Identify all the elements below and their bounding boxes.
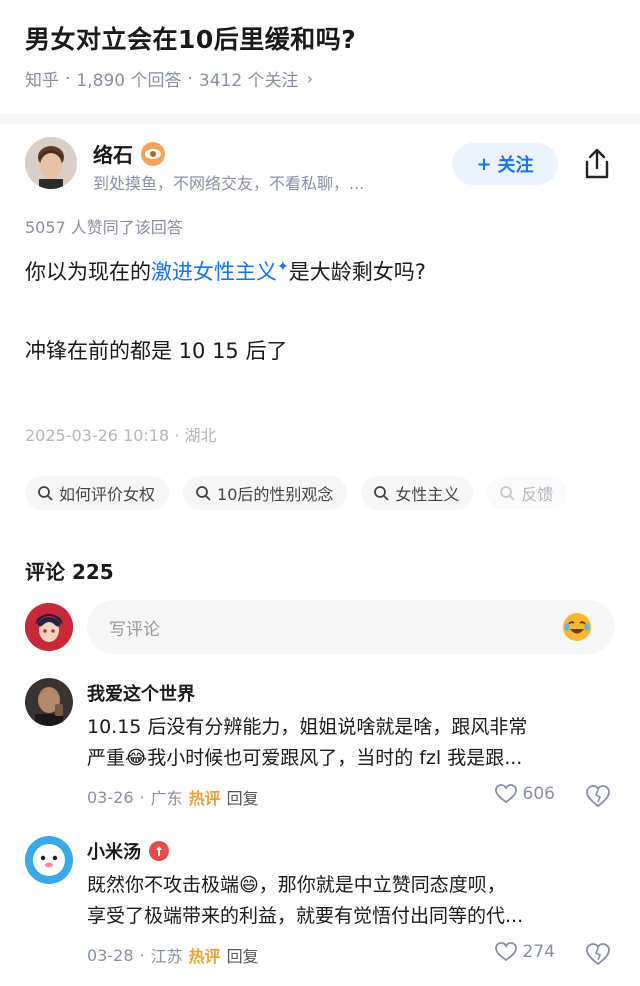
dislike-icon[interactable]: [585, 783, 611, 809]
reply-button[interactable]: 回复: [227, 943, 259, 967]
section-divider: [0, 114, 640, 124]
feedback-chip[interactable]: 反馈: [487, 476, 568, 510]
answer-text-line: 你以为现在的激进女性主义✦是大龄剩女吗?: [25, 256, 426, 286]
commenter-name-text: 小米汤: [87, 842, 141, 863]
comment-line: 严重😂我小时候也可爱跟风了，当时的 fzl 我是跟...: [87, 747, 523, 769]
dot-separator: ·: [139, 787, 145, 807]
search-chip[interactable]: 10后的性别观念: [183, 476, 348, 510]
answer-count: 1,890 个回答: [76, 71, 182, 91]
commenter-name[interactable]: 小米汤: [87, 838, 169, 864]
commenter-avatar[interactable]: [25, 836, 73, 884]
emoji-icon[interactable]: [561, 611, 593, 643]
chip-label: 如何评价女权: [59, 485, 156, 504]
my-avatar[interactable]: [25, 603, 73, 651]
answer-text: 你以为现在的: [25, 260, 151, 284]
comment-location: 广东: [150, 789, 183, 808]
answer-text: 是大龄剩女吗?: [288, 260, 426, 284]
heart-icon: [494, 942, 517, 962]
search-icon: [196, 486, 211, 501]
search-icon: [500, 486, 515, 501]
commenter-avatar[interactable]: [25, 678, 73, 726]
sparkle-icon: ✦: [277, 259, 289, 275]
comment-item: 我爱这个世界 10.15 后没有分辨能力，姐姐说啥就是啥，跟风非常 严重😂我小时…: [25, 678, 615, 818]
dislike-icon[interactable]: [585, 941, 611, 967]
commenter-name[interactable]: 我爱这个世界: [87, 680, 195, 706]
comment-line: 既然你不攻击极端😄，那你就是中立赞同态度呗，: [87, 874, 506, 896]
dot-separator: ·: [65, 68, 71, 89]
comment-text: 既然你不攻击极端😄，那你就是中立赞同态度呗， 享受了极端带来的利益，就要有觉悟付…: [87, 870, 615, 932]
upvote-count: 5057 人赞同了该回答: [25, 218, 183, 237]
search-icon: [38, 486, 53, 501]
heart-icon: [494, 784, 517, 804]
like-button[interactable]: 274: [494, 942, 555, 962]
comment-input[interactable]: 写评论: [87, 600, 615, 654]
like-count: 606: [522, 784, 555, 804]
creator-badge-icon: [149, 841, 169, 861]
comment-line: 10.15 后没有分辨能力，姐姐说啥就是啥，跟风非常: [87, 716, 528, 738]
comment-line: 享受了极端带来的利益，就要有觉悟付出同等的代...: [87, 905, 524, 927]
like-button[interactable]: 606: [494, 784, 555, 804]
author-name-row: 络石: [93, 139, 165, 168]
author-bio: 到处摸鱼，不网络交友，不看私聊，...: [93, 174, 365, 193]
comments-title: 评论 225: [25, 560, 114, 584]
related-search-chips: 如何评价女权 10后的性别观念 女性主义 反馈: [25, 476, 568, 510]
search-chip[interactable]: 女性主义: [361, 476, 474, 510]
comment-text: 10.15 后没有分辨能力，姐姐说啥就是啥，跟风非常 严重😂我小时候也可爱跟风了…: [87, 712, 615, 774]
eye-badge-icon: [141, 141, 165, 166]
reply-button[interactable]: 回复: [227, 785, 259, 809]
author-row: 络石 到处摸鱼，不网络交友，不看私聊，... + 关注: [25, 137, 615, 197]
comment-meta: 03-28 · 江苏 热评 回复: [87, 943, 259, 967]
answer-text-line-2: 冲锋在前的都是 10 15 后了: [25, 339, 288, 363]
comment-meta: 03-26 · 广东 热评 回复: [87, 785, 259, 809]
author-name[interactable]: 络石: [93, 139, 133, 168]
question-title[interactable]: 男女对立会在10后里缓和吗?: [25, 20, 356, 56]
chip-label: 10后的性别观念: [217, 485, 334, 504]
topic-link[interactable]: 激进女性主义: [151, 260, 277, 284]
author-avatar[interactable]: [25, 137, 77, 189]
dot-separator: ·: [139, 945, 145, 965]
post-timestamp: 2025-03-26 10:18 · 湖北: [25, 426, 217, 445]
follow-label: 关注: [497, 155, 534, 176]
share-icon[interactable]: [581, 147, 613, 181]
hot-comment-badge: 热评: [188, 947, 221, 966]
comment-location: 江苏: [150, 947, 183, 966]
comment-item: 小米汤 既然你不攻击极端😄，那你就是中立赞同态度呗， 享受了极端带来的利益，就要…: [25, 836, 615, 976]
follow-button[interactable]: + 关注: [452, 143, 558, 185]
like-count: 274: [522, 942, 555, 962]
search-icon: [374, 486, 389, 501]
comment-date: 03-26: [87, 787, 134, 807]
chip-label: 反馈: [521, 485, 554, 504]
chevron-right-icon: ›: [306, 69, 313, 88]
search-chip[interactable]: 如何评价女权: [25, 476, 170, 510]
commenter-name-text: 我爱这个世界: [87, 684, 195, 705]
plus-icon: +: [476, 153, 492, 175]
follower-count: 3412 个关注: [198, 71, 299, 91]
comment-date: 03-28: [87, 945, 134, 965]
hot-comment-badge: 热评: [188, 789, 221, 808]
chip-label: 女性主义: [395, 485, 460, 504]
source-label: 知乎: [25, 71, 59, 91]
question-meta[interactable]: 知乎 · 1,890 个回答 · 3412 个关注 ›: [25, 66, 313, 92]
dot-separator: ·: [187, 68, 193, 89]
comment-input-placeholder: 写评论: [109, 619, 160, 640]
